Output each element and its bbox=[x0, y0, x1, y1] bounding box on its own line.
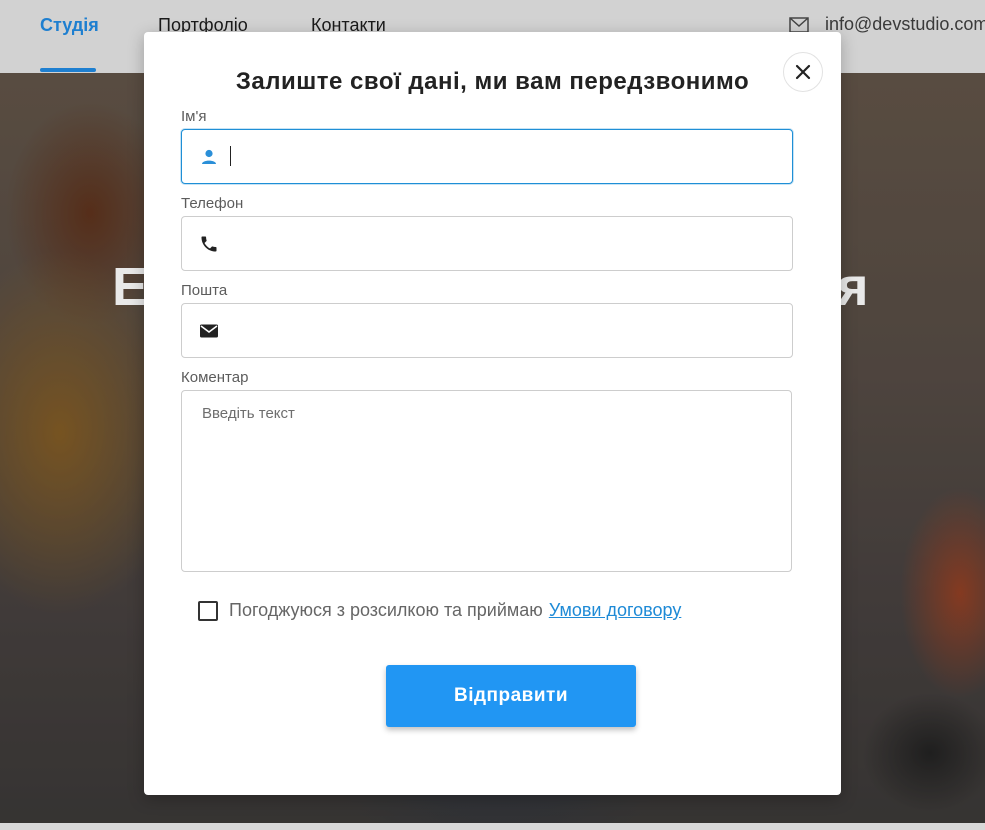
name-field[interactable] bbox=[181, 129, 793, 185]
consent-text: Погоджуюся з розсилкою та приймаю bbox=[229, 600, 543, 620]
mail-icon bbox=[199, 321, 219, 341]
terms-link[interactable]: Умови договору bbox=[549, 600, 682, 621]
email-input[interactable] bbox=[230, 304, 784, 359]
name-label: Ім'я bbox=[181, 108, 207, 125]
callback-modal: Залиште свої дані, ми вам передзвонимо І… bbox=[144, 32, 841, 795]
user-icon bbox=[199, 147, 219, 167]
envelope-outline-icon bbox=[789, 16, 809, 33]
close-button[interactable] bbox=[783, 52, 823, 92]
text-caret bbox=[230, 146, 231, 166]
hero-heading-fragment-right: я bbox=[837, 257, 869, 317]
nav-active-underline bbox=[40, 68, 96, 72]
page: Студія Портфоліо Контакти info@devstudio… bbox=[0, 0, 985, 830]
hero-heading-fragment-left: Е bbox=[112, 257, 149, 317]
submit-button[interactable]: Відправити bbox=[386, 665, 636, 727]
consent-row: Погоджуюся з розсилкою та приймаю Умови … bbox=[198, 600, 681, 621]
phone-icon bbox=[199, 234, 219, 254]
header-email-text: info@devstudio.com bbox=[825, 14, 985, 34]
comment-textarea[interactable] bbox=[182, 391, 791, 571]
email-label: Пошта bbox=[181, 282, 228, 299]
comment-field[interactable] bbox=[181, 390, 792, 572]
consent-checkbox[interactable] bbox=[198, 600, 218, 621]
bottom-strip bbox=[0, 823, 985, 830]
phone-field[interactable] bbox=[181, 216, 793, 272]
comment-label: Коментар bbox=[181, 369, 249, 386]
phone-label: Телефон bbox=[181, 195, 244, 212]
nav-item-studio[interactable]: Студія bbox=[40, 15, 99, 36]
name-input[interactable] bbox=[230, 130, 784, 185]
phone-input[interactable] bbox=[230, 217, 784, 272]
close-icon bbox=[795, 64, 811, 80]
modal-title: Залиште свої дані, ми вам передзвонимо bbox=[235, 68, 750, 95]
email-field[interactable] bbox=[181, 303, 793, 359]
